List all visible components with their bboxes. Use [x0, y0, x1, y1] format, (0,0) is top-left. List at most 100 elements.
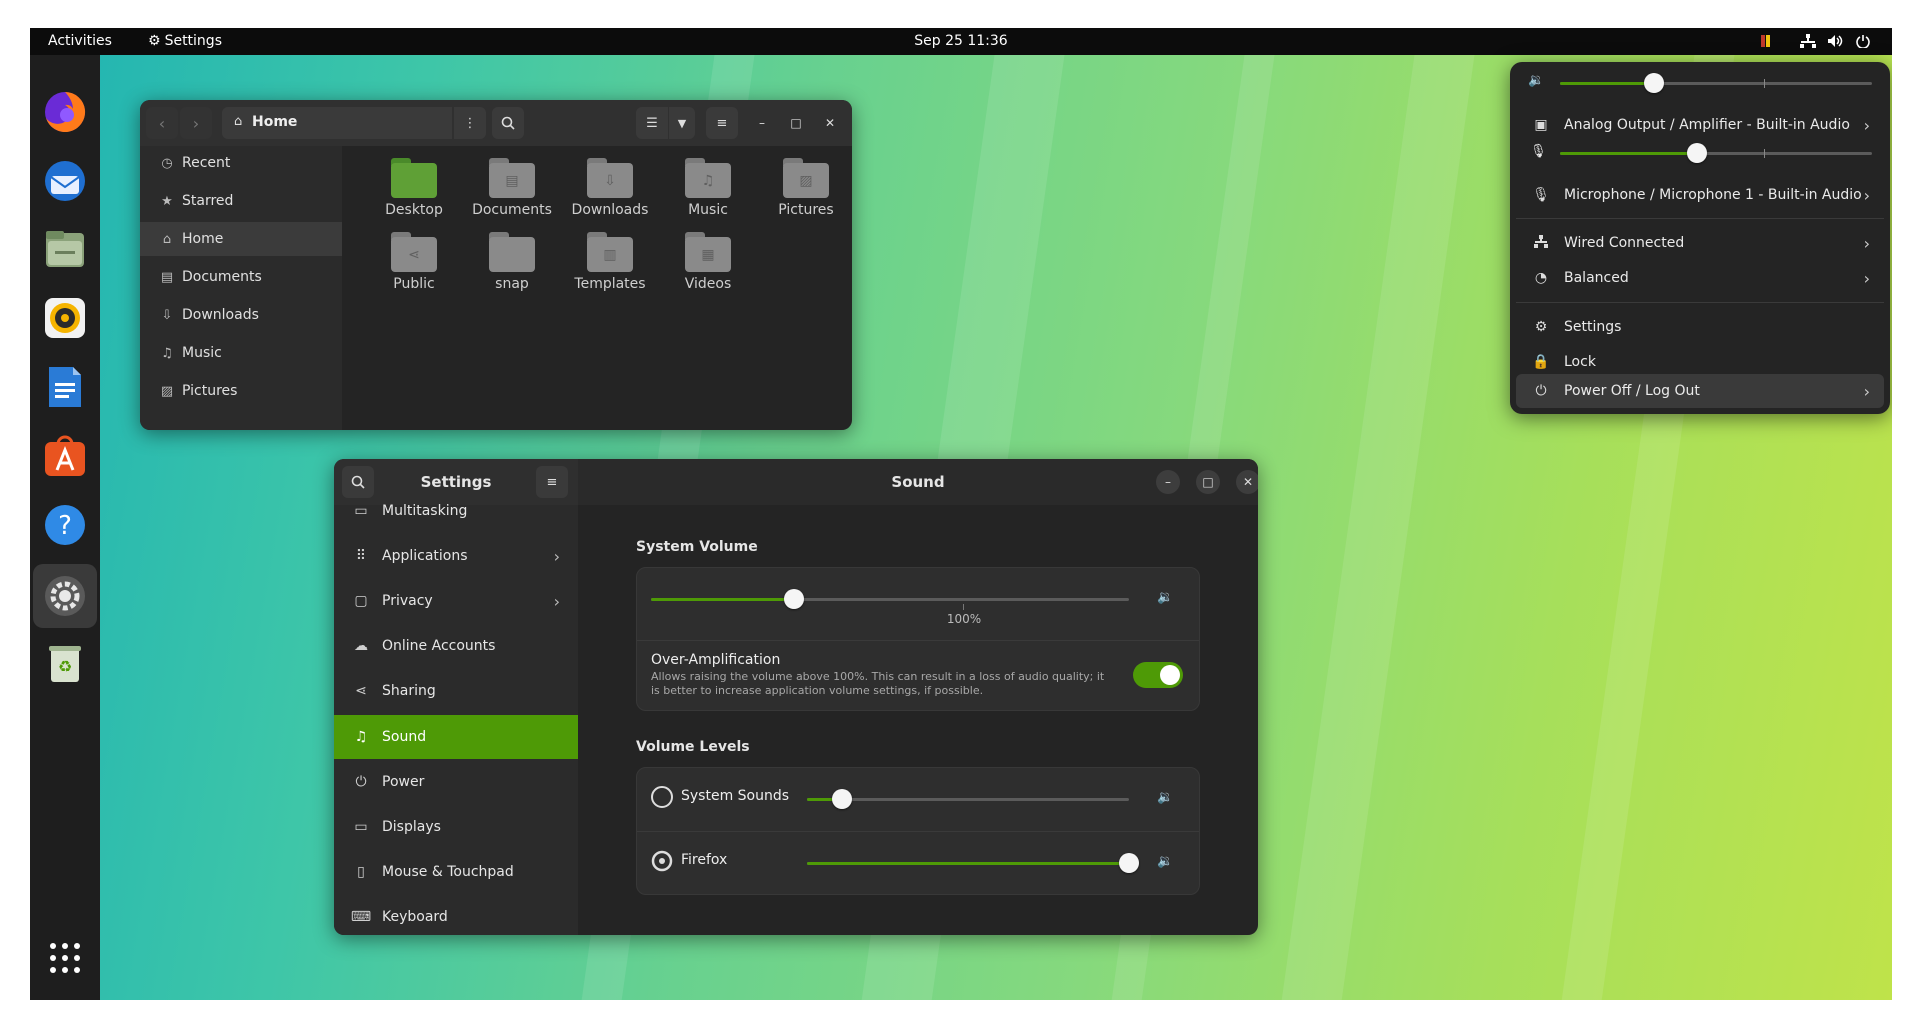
help-icon[interactable]: ?: [42, 502, 88, 548]
sidebar-item-home[interactable]: ⌂ Home: [140, 222, 342, 256]
sidebar-item-recent[interactable]: ◷ Recent: [140, 146, 342, 180]
speaker-icon[interactable]: 🔉: [1157, 790, 1173, 805]
back-button[interactable]: ‹: [146, 107, 178, 139]
thunderbird-icon[interactable]: [42, 158, 88, 204]
sidebar-item-music[interactable]: ♫ Music: [140, 336, 342, 370]
input-volume-slider[interactable]: [1560, 143, 1872, 163]
output-volume-slider[interactable]: [1560, 73, 1872, 93]
firefox-icon[interactable]: [42, 89, 88, 135]
minimize-icon: –: [1165, 475, 1171, 489]
folder-downloads[interactable]: ⇩ Downloads: [562, 158, 658, 218]
slider-knob[interactable]: [832, 789, 853, 809]
sidebar-item-downloads[interactable]: ⇩ Downloads: [140, 298, 342, 332]
sidebar-item-online-accounts[interactable]: ☁ Online Accounts: [334, 624, 578, 668]
system-volume-slider[interactable]: [651, 589, 1129, 610]
folder-icon: ▨: [783, 158, 829, 198]
clock[interactable]: Sep 25 11:36: [30, 33, 1892, 49]
firefox-volume-slider[interactable]: [807, 853, 1139, 873]
sidebar-item-multitasking[interactable]: ▭ Multitasking: [334, 489, 578, 533]
maximize-button[interactable]: □: [1196, 470, 1220, 494]
audio-output-icon: ▣: [1534, 117, 1548, 133]
input-device-label: Microphone / Microphone 1 - Built-in Aud…: [1564, 187, 1862, 203]
close-button[interactable]: ✕: [1236, 470, 1258, 494]
app-menu[interactable]: ⚙ Settings: [148, 33, 228, 49]
view-options-button[interactable]: ▼: [669, 107, 695, 139]
main-menu-button[interactable]: ≡: [706, 107, 738, 139]
close-button[interactable]: ✕: [818, 111, 842, 135]
folder-snap[interactable]: snap: [464, 232, 560, 292]
folder-label: Pictures: [778, 202, 834, 218]
sidebar-item-keyboard[interactable]: ⌨ Keyboard: [334, 895, 578, 935]
folder-label: Downloads: [571, 202, 649, 218]
minimize-button[interactable]: –: [1156, 470, 1180, 494]
rhythmbox-icon[interactable]: [42, 295, 88, 341]
slider-knob[interactable]: [1687, 143, 1708, 163]
sidebar-item-mouse-touchpad[interactable]: ▯ Mouse & Touchpad: [334, 850, 578, 894]
sidebar-item-displays[interactable]: ▭ Displays: [334, 805, 578, 849]
settings-row[interactable]: ⚙ Settings: [1516, 310, 1884, 344]
maximize-icon: □: [1202, 475, 1214, 489]
forward-button[interactable]: ›: [180, 107, 212, 139]
speaker-icon[interactable]: 🔉: [1157, 590, 1173, 605]
volume-icon[interactable]: [1828, 34, 1844, 52]
output-device-row[interactable]: ▣ Analog Output / Amplifier - Built-in A…: [1516, 108, 1884, 142]
sound-page-header: Sound – □ ✕: [578, 459, 1258, 505]
slider-knob[interactable]: [1119, 853, 1139, 873]
keyboard-layout-icon[interactable]: [1760, 34, 1776, 48]
divider: [637, 640, 1199, 641]
minimize-button[interactable]: –: [750, 111, 774, 135]
folder-icon: ⇩: [587, 158, 633, 198]
power-icon[interactable]: [1856, 34, 1870, 52]
hamburger-icon: ≡: [546, 474, 558, 490]
sidebar-item-sound[interactable]: ♫ Sound: [334, 715, 578, 759]
slider-knob[interactable]: [1643, 73, 1664, 93]
toggle-knob: [1160, 665, 1180, 685]
sidebar-item-sharing[interactable]: ⋖ Sharing: [334, 669, 578, 713]
slider-knob[interactable]: [784, 589, 805, 609]
folder-icon: [489, 232, 535, 272]
settings-sidebar: ▭ Multitasking ⠿ Applications › ▢ Privacy › ☁…: [334, 503, 578, 935]
folder-public[interactable]: ⋖ Public: [366, 232, 462, 292]
lock-icon: 🔒: [1532, 354, 1550, 370]
maximize-button[interactable]: □: [784, 111, 808, 135]
path-menu-button[interactable]: ⋮: [454, 107, 486, 139]
activities-button[interactable]: Activities: [48, 33, 112, 49]
chevron-right-icon: ›: [1863, 115, 1870, 135]
path-home[interactable]: Home: [252, 114, 297, 130]
folder-documents[interactable]: ▤ Documents: [464, 158, 560, 218]
speaker-icon: 🔉: [1528, 73, 1545, 88]
speaker-icon[interactable]: 🔉: [1157, 854, 1173, 869]
app-center-icon[interactable]: [42, 433, 88, 479]
search-button[interactable]: [492, 107, 524, 139]
sidebar-item-privacy[interactable]: ▢ Privacy ›: [334, 579, 578, 623]
input-device-row[interactable]: 🎙 Microphone / Microphone 1 - Built-in A…: [1516, 178, 1884, 212]
settings-icon[interactable]: [42, 573, 88, 619]
sidebar-item-starred[interactable]: ★ Starred: [140, 184, 342, 218]
power-mode-row[interactable]: ◔ Balanced ›: [1516, 261, 1884, 295]
folder-videos[interactable]: ▦ Videos: [660, 232, 756, 292]
sidebar-item-pictures[interactable]: ▨ Pictures: [140, 374, 342, 408]
folder-pictures[interactable]: ▨ Pictures: [758, 158, 852, 218]
files-icon[interactable]: [42, 226, 88, 272]
network-icon[interactable]: [1800, 34, 1816, 52]
folder-desktop[interactable]: Desktop: [366, 158, 462, 218]
chevron-right-icon: ›: [1863, 268, 1870, 288]
sidebar-item-documents[interactable]: ▤ Documents: [140, 260, 342, 294]
over-amplification-toggle[interactable]: [1133, 662, 1183, 688]
writer-icon[interactable]: [42, 364, 88, 410]
kebab-menu-icon: ⋮: [463, 115, 477, 131]
slider-mark-label: 100%: [946, 612, 982, 626]
power-off-row[interactable]: ⏻ Power Off / Log Out ›: [1516, 374, 1884, 408]
network-row[interactable]: Wired Connected ›: [1516, 226, 1884, 260]
show-apps-icon[interactable]: [42, 935, 88, 981]
system-sounds-slider[interactable]: [807, 789, 1129, 809]
folder-music[interactable]: ♫ Music: [660, 158, 756, 218]
sidebar-item-power[interactable]: ⏻ Power: [334, 760, 578, 804]
folder-templates[interactable]: ▥ Templates: [562, 232, 658, 292]
chevron-right-icon: ›: [1863, 185, 1870, 205]
chevron-right-icon: ›: [1863, 233, 1870, 253]
view-toggle-button[interactable]: ☰: [636, 107, 668, 139]
sidebar-item-applications[interactable]: ⠿ Applications ›: [334, 534, 578, 578]
path-bar[interactable]: ⌂ Home: [222, 107, 452, 139]
trash-icon[interactable]: ♻: [42, 641, 88, 687]
